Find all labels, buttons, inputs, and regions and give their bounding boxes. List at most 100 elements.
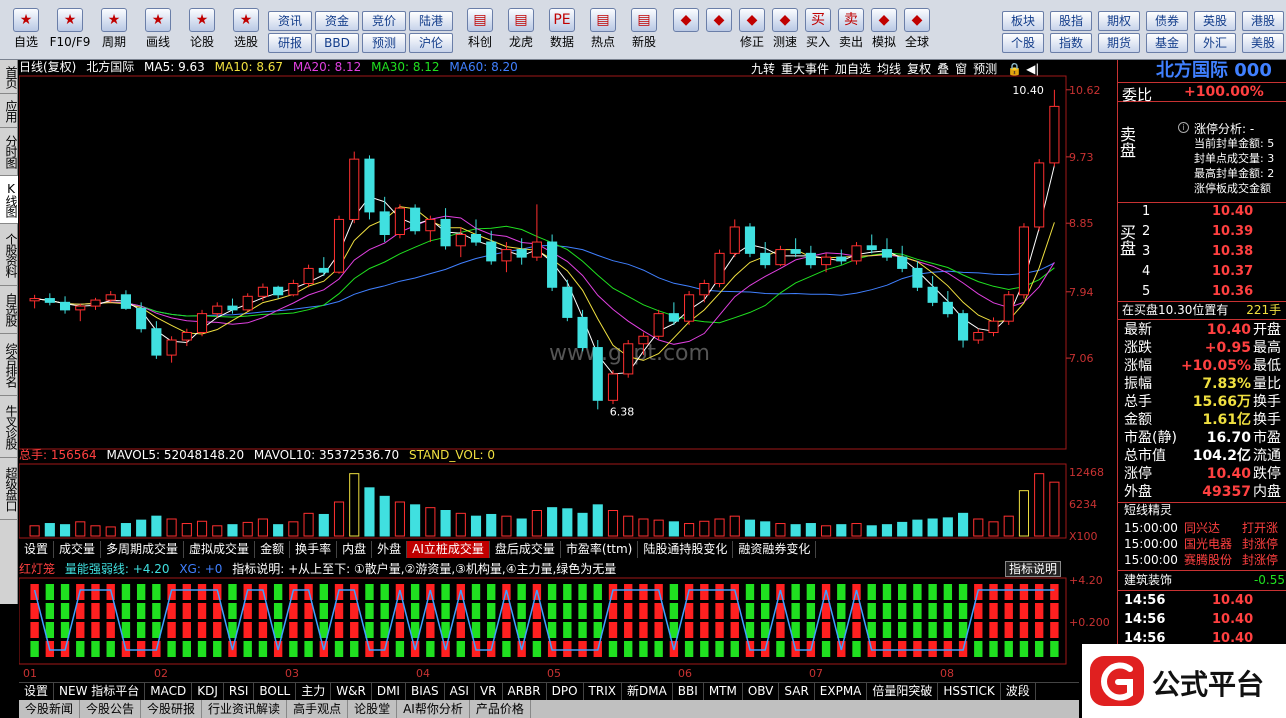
- toolbar-kechuang-button[interactable]: ▤ 科创: [458, 2, 502, 58]
- candle[interactable]: [90, 297, 101, 310]
- market-button[interactable]: 期货: [1098, 33, 1140, 53]
- market-button[interactable]: 期权: [1098, 11, 1140, 31]
- toolbar-period-button[interactable]: ★ 周期: [92, 2, 136, 58]
- grid-button[interactable]: 竞价: [362, 11, 406, 31]
- volume-sub-tab[interactable]: 陆股通持股变化: [638, 541, 734, 558]
- kline-chart-area[interactable]: 日线(复权) 北方国际 MA5: 9.63 MA10: 8.67 MA20: 8…: [19, 60, 1116, 682]
- candle[interactable]: [303, 264, 314, 288]
- indicator-tab[interactable]: VR: [475, 683, 503, 700]
- volume-sub-tab[interactable]: 市盈率(ttm): [561, 541, 639, 558]
- indicator-tab[interactable]: ASI: [445, 683, 475, 700]
- info-tab[interactable]: 论股堂: [348, 700, 398, 718]
- candle[interactable]: [440, 208, 451, 250]
- grid-button[interactable]: 研报: [268, 33, 312, 53]
- candle[interactable]: [1003, 291, 1014, 325]
- volume-sub-tab[interactable]: 虚拟成交量: [184, 541, 256, 558]
- candle[interactable]: [577, 309, 588, 352]
- info-tab[interactable]: 今股公告: [80, 700, 142, 718]
- info-tab[interactable]: 高手观点: [287, 700, 349, 718]
- buy-level-row[interactable]: 2 10.39: [1118, 223, 1286, 241]
- toolbar-f10-button[interactable]: ★ F10/F9: [48, 2, 92, 58]
- grid-button[interactable]: BBD: [315, 33, 359, 53]
- toolbar-speedtest-button[interactable]: ◆ 测速: [769, 2, 801, 58]
- market-button[interactable]: 英股: [1194, 11, 1236, 31]
- indicator-tab[interactable]: DMI: [372, 683, 406, 700]
- candle[interactable]: [75, 303, 86, 322]
- buy-level-row[interactable]: 5 10.36: [1118, 283, 1286, 301]
- grid-button[interactable]: 陆港: [409, 11, 453, 31]
- indicator-tab[interactable]: ARBR: [503, 683, 547, 700]
- market-button[interactable]: 基金: [1146, 33, 1188, 53]
- candle[interactable]: [881, 238, 893, 261]
- indicator-tab[interactable]: NEW 指标平台: [54, 683, 146, 700]
- candle[interactable]: [273, 285, 284, 299]
- side-tab[interactable]: 综合排名: [0, 334, 18, 396]
- candle[interactable]: [653, 309, 664, 341]
- candle[interactable]: [821, 253, 832, 273]
- volume-sub-tab[interactable]: 多周期成交量: [101, 541, 185, 558]
- buy-level-row[interactable]: 4 10.37: [1118, 263, 1286, 281]
- candle[interactable]: [44, 293, 55, 306]
- candle[interactable]: [668, 302, 679, 325]
- indicator-tab[interactable]: RSI: [224, 683, 255, 700]
- toolbar-windows-button[interactable]: ◆: [670, 2, 702, 58]
- toolbar-star-button[interactable]: ★ 自选: [4, 2, 48, 58]
- market-button[interactable]: 美股: [1242, 33, 1284, 53]
- indicator-tab[interactable]: BIAS: [406, 683, 445, 700]
- candle[interactable]: [623, 340, 634, 378]
- toolbar-back-arrow-button[interactable]: ◆: [703, 2, 735, 58]
- indicator-tab[interactable]: HSSTICK: [938, 683, 1001, 700]
- info-tab[interactable]: AI帮你分析: [397, 700, 470, 718]
- candle[interactable]: [318, 257, 329, 276]
- candle[interactable]: [775, 245, 786, 267]
- market-button[interactable]: 板块: [1002, 11, 1044, 31]
- candle[interactable]: [29, 294, 40, 309]
- short-item-row[interactable]: 15:00:00 同兴达 打开涨: [1118, 520, 1286, 536]
- indicator-tab[interactable]: SAR: [779, 683, 815, 700]
- market-button[interactable]: 股指: [1050, 11, 1092, 31]
- toolbar-select-button[interactable]: ★ 选股: [224, 2, 268, 58]
- candle[interactable]: [242, 293, 253, 312]
- grid-button[interactable]: 沪伦: [409, 33, 453, 53]
- side-tab[interactable]: 分时图: [0, 128, 18, 176]
- toolbar-buy-button[interactable]: 买买入: [802, 2, 834, 58]
- volume-sub-tab[interactable]: 换手率: [290, 541, 338, 558]
- candle[interactable]: [851, 242, 862, 265]
- indicator-tab[interactable]: 新DMA: [622, 683, 673, 700]
- candle[interactable]: [166, 336, 177, 363]
- indicator-tab[interactable]: W&R: [331, 683, 372, 700]
- candle[interactable]: [836, 249, 847, 265]
- indicator-tab[interactable]: KDJ: [192, 683, 224, 700]
- volume-sub-tab[interactable]: 盘后成交量: [490, 541, 561, 558]
- toolbar-simulate-button[interactable]: ◆ 模拟: [868, 2, 900, 58]
- sector-row[interactable]: 建筑装饰 -0.55: [1118, 571, 1286, 589]
- volume-sub-tab[interactable]: 融资融券变化: [733, 541, 817, 558]
- indicator-tab[interactable]: OBV: [743, 683, 780, 700]
- candle[interactable]: [196, 309, 208, 337]
- candle[interactable]: [760, 242, 771, 269]
- candle[interactable]: [912, 260, 923, 292]
- market-button[interactable]: 指数: [1050, 33, 1092, 53]
- candle[interactable]: [562, 279, 573, 322]
- indicator-tab[interactable]: BBI: [673, 683, 704, 700]
- indicator-tab[interactable]: MTM: [704, 683, 743, 700]
- toolbar-hot-button[interactable]: ▤ 热点: [581, 2, 625, 58]
- market-button[interactable]: 港股: [1242, 11, 1284, 31]
- candle[interactable]: [349, 151, 360, 224]
- candle[interactable]: [790, 238, 801, 258]
- info-tab[interactable]: 产品价格: [470, 700, 531, 718]
- candle[interactable]: [59, 296, 71, 314]
- market-button[interactable]: 个股: [1002, 33, 1044, 53]
- toolbar-pe-button[interactable]: PE 数据: [540, 2, 584, 58]
- candle[interactable]: [425, 215, 436, 243]
- candle[interactable]: [333, 215, 345, 274]
- candle[interactable]: [288, 279, 299, 297]
- candle[interactable]: [897, 245, 908, 273]
- grid-button[interactable]: 资讯: [268, 11, 312, 31]
- toolbar-dragon-tiger-button[interactable]: ▤ 龙虎: [499, 2, 543, 58]
- market-button[interactable]: 外汇: [1194, 33, 1236, 53]
- short-item-row[interactable]: 15:00:00 赛腾股份 封涨停: [1118, 552, 1286, 568]
- toolbar-new-stock-button[interactable]: ▤ 新股: [622, 2, 666, 58]
- toolbar-sell-button[interactable]: 卖卖出: [835, 2, 867, 58]
- info-tab[interactable]: 今股新闻: [19, 700, 81, 718]
